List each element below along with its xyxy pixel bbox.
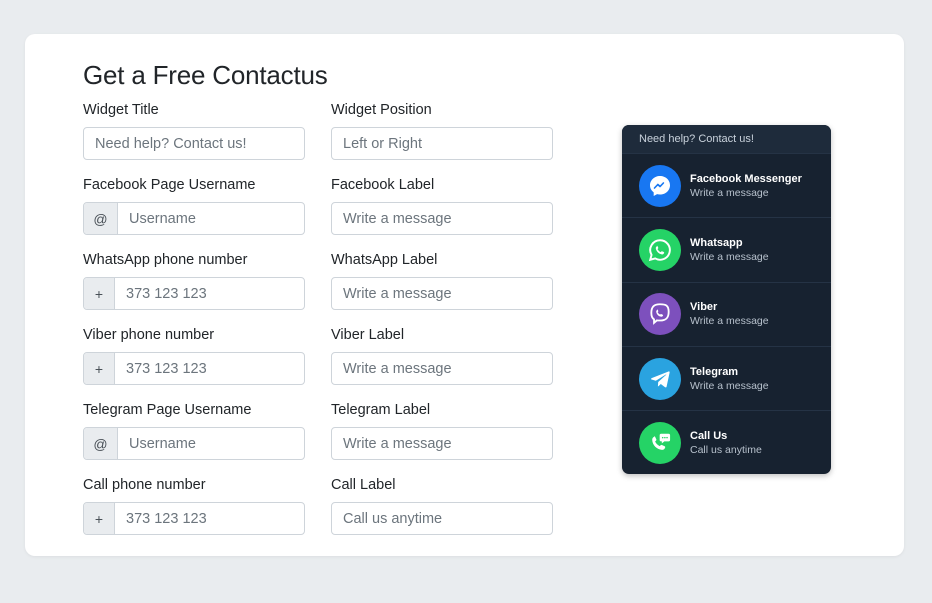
viber-label-field <box>331 352 553 385</box>
plus-addon: + <box>84 503 115 534</box>
widget-item-name: Call Us <box>690 429 728 442</box>
widget-title-input[interactable] <box>84 128 304 159</box>
telegram-username-label: Telegram Page Username <box>83 402 252 418</box>
plus-addon: + <box>84 278 115 309</box>
widget-item-call[interactable]: Call Us Call us anytime <box>622 410 831 474</box>
form-row: Widget Title Widget Position <box>83 101 553 176</box>
whatsapp-label-field <box>331 277 553 310</box>
viber-label-label: Viber Label <box>331 327 405 343</box>
facebook-username-label: Facebook Page Username <box>83 177 256 193</box>
facebook-username-input[interactable] <box>118 203 304 234</box>
call-label-label: Call Label <box>331 477 396 493</box>
phone-icon <box>639 421 681 464</box>
call-phone-input[interactable] <box>115 503 304 534</box>
facebook-label-input[interactable] <box>332 203 552 234</box>
telegram-username-field: @ <box>83 427 305 460</box>
form-row: Telegram Page Username @ Telegram Label <box>83 401 553 476</box>
page-title: Get a Free Contactus <box>83 60 328 90</box>
call-phone-field: + <box>83 502 305 535</box>
widget-item-sub: Call us anytime <box>690 443 762 456</box>
call-label-field <box>331 502 553 535</box>
widget-item-name: Telegram <box>690 365 739 378</box>
contactus-card: Get a Free Contactus Widget Title Widget… <box>25 34 904 556</box>
widget-title-field <box>83 127 305 160</box>
form-row: WhatsApp phone number + WhatsApp Label <box>83 251 553 326</box>
telegram-label-label: Telegram Label <box>331 402 431 418</box>
widget-item-sub: Write a message <box>690 250 769 263</box>
whatsapp-icon <box>639 228 681 271</box>
widget-title-label: Widget Title <box>83 102 159 118</box>
messenger-icon <box>639 164 681 207</box>
at-addon: @ <box>84 428 118 459</box>
widget-position-label: Widget Position <box>331 102 432 118</box>
telegram-icon <box>639 357 681 400</box>
viber-icon <box>639 293 681 336</box>
whatsapp-phone-field: + <box>83 277 305 310</box>
viber-phone-field: + <box>83 352 305 385</box>
plus-addon: + <box>84 353 115 384</box>
facebook-username-field: @ <box>83 202 305 235</box>
widget-item-messenger[interactable]: Facebook Messenger Write a message <box>622 153 831 217</box>
whatsapp-label-input[interactable] <box>332 278 552 309</box>
widget-item-sub: Write a message <box>690 315 769 328</box>
call-label-input[interactable] <box>332 503 552 534</box>
widget-item-viber[interactable]: Viber Write a message <box>622 281 831 346</box>
viber-phone-label: Viber phone number <box>83 327 215 343</box>
viber-label-input[interactable] <box>332 353 552 384</box>
whatsapp-phone-label: WhatsApp phone number <box>83 252 248 268</box>
at-addon: @ <box>84 203 118 234</box>
call-phone-label: Call phone number <box>83 477 206 493</box>
viber-phone-input[interactable] <box>115 353 304 384</box>
widget-item-sub: Write a message <box>690 186 769 199</box>
widget-header: Need help? Contact us! <box>622 125 831 153</box>
widget-position-input[interactable] <box>332 128 552 159</box>
form-row: Call phone number + Call Label <box>83 476 553 551</box>
widget-item-whatsapp[interactable]: Whatsapp Write a message <box>622 217 831 281</box>
widget-item-telegram[interactable]: Telegram Write a message <box>622 345 831 410</box>
form-row: Viber phone number + Viber Label <box>83 326 553 401</box>
facebook-label-field <box>331 202 553 235</box>
widget-position-field <box>331 127 553 160</box>
whatsapp-phone-input[interactable] <box>115 278 304 309</box>
widget-preview: Need help? Contact us! Facebook Messenge… <box>622 125 831 474</box>
widget-item-name: Viber <box>690 301 718 314</box>
telegram-username-input[interactable] <box>118 428 304 459</box>
widget-item-name: Facebook Messenger <box>690 172 802 185</box>
facebook-label-label: Facebook Label <box>331 177 435 193</box>
widget-item-name: Whatsapp <box>690 236 743 249</box>
widget-item-sub: Write a message <box>690 379 769 392</box>
form-row: Facebook Page Username @ Facebook Label <box>83 176 553 251</box>
whatsapp-label-label: WhatsApp Label <box>331 252 438 268</box>
telegram-label-field <box>331 427 553 460</box>
widget-settings-form: Widget Title Widget Position Facebook Pa… <box>83 101 553 551</box>
telegram-label-input[interactable] <box>332 428 552 459</box>
